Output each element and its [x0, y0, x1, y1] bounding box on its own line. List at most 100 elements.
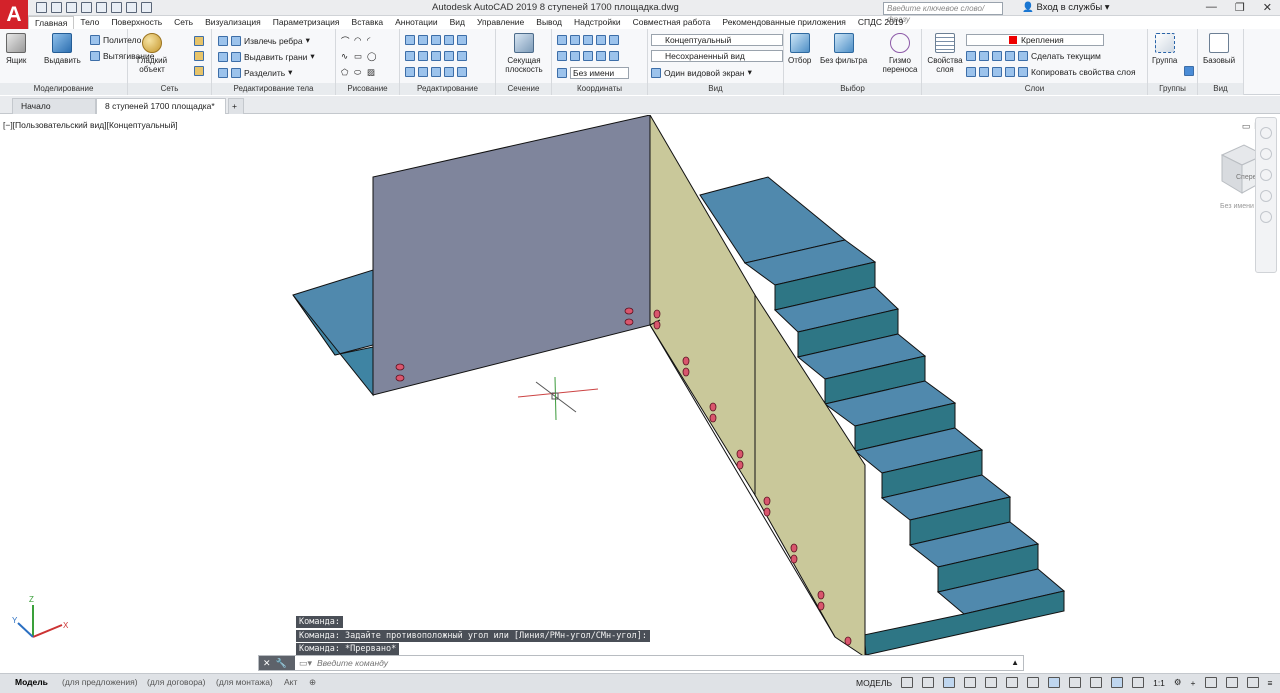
ucs-named-combo[interactable]: Без имени [557, 67, 630, 79]
orbit-icon[interactable] [1260, 190, 1272, 202]
fastener[interactable] [763, 496, 771, 506]
wcs-menu[interactable]: Без имени ▾ [1220, 203, 1260, 210]
fastener[interactable] [624, 307, 634, 315]
save-as-icon[interactable] [81, 2, 92, 13]
ucs-origin-icon[interactable] [583, 35, 593, 45]
visual-style-dropdown[interactable]: Концептуальный [651, 34, 783, 46]
3dmove-icon[interactable] [457, 35, 467, 45]
fastener[interactable] [395, 363, 405, 371]
rotate-icon[interactable] [418, 35, 428, 45]
zoom-icon[interactable] [1260, 169, 1272, 181]
layer-dropdown[interactable]: Крепления [966, 34, 1104, 46]
tab-spds[interactable]: СПДС 2019 [852, 16, 909, 29]
minimize-button[interactable]: — [1206, 1, 1217, 14]
base-view-button[interactable]: Базовый [1203, 33, 1235, 65]
group-select-icon[interactable] [1184, 66, 1194, 76]
layer-freeze-icon[interactable] [992, 51, 1002, 61]
array-icon[interactable] [431, 51, 441, 61]
ucs-3point-icon[interactable] [609, 35, 619, 45]
layout-tab[interactable]: (для договора) [147, 677, 205, 687]
tab-manage[interactable]: Управление [471, 16, 530, 29]
box-button[interactable]: Ящик [6, 33, 26, 65]
fastener[interactable] [682, 356, 690, 366]
isolate-objects-icon[interactable] [1204, 677, 1217, 688]
panel-label-section[interactable]: Сечение [496, 83, 551, 95]
fillet-icon[interactable] [444, 35, 454, 45]
model-space-button[interactable]: МОДЕЛЬ [856, 678, 892, 688]
trim-icon[interactable] [431, 35, 441, 45]
new-layout-button[interactable]: ⊕ [309, 677, 316, 688]
osnap-icon[interactable] [1027, 677, 1040, 688]
fastener[interactable] [817, 590, 825, 600]
fastener[interactable] [395, 374, 405, 382]
app-menu-button[interactable]: A [0, 0, 28, 29]
mesh-tool-icon[interactable] [194, 36, 204, 46]
file-tab-start[interactable]: Начало [12, 98, 96, 114]
rectangle-icon[interactable]: ▭ [354, 51, 364, 61]
match-layer-icon[interactable] [1018, 67, 1028, 77]
tab-visualize[interactable]: Визуализация [199, 16, 267, 29]
ucs-object-icon[interactable] [570, 51, 580, 61]
layer-isolate-icon[interactable] [979, 51, 989, 61]
tab-mesh[interactable]: Сеть [168, 16, 199, 29]
tab-parametric[interactable]: Параметризация [267, 16, 346, 29]
mirror-icon[interactable] [418, 51, 428, 61]
search-input[interactable]: Введите ключевое слово/фразу [883, 2, 1003, 24]
steering-wheel-icon[interactable] [1260, 127, 1272, 139]
layer-thaw-icon[interactable] [992, 67, 1002, 77]
match-layer-button[interactable]: Копировать свойства слоя [1031, 67, 1136, 77]
panel-label-view2[interactable]: Вид [1198, 83, 1243, 95]
layer-properties-button[interactable]: Свойства слоя [926, 33, 964, 74]
undo-icon[interactable] [126, 2, 137, 13]
fastener[interactable] [653, 309, 661, 319]
open-file-icon[interactable] [51, 2, 62, 13]
ortho-icon[interactable] [943, 677, 956, 688]
file-tab-drawing[interactable]: 8 ступеней 1700 площадка* [96, 98, 226, 114]
make-current-icon[interactable] [1018, 51, 1028, 61]
layout-tab[interactable]: Акт [284, 677, 297, 687]
layout-tab[interactable]: (для монтажа) [216, 677, 273, 687]
no-filter-button[interactable]: Без фильтра [820, 33, 867, 65]
ellipse-icon[interactable]: ⬭ [354, 67, 364, 77]
tab-solid[interactable]: Тело [74, 16, 105, 29]
ucs-x-icon[interactable] [596, 51, 606, 61]
hatch-icon[interactable]: ▨ [367, 67, 377, 77]
fastener[interactable] [736, 449, 744, 459]
explode-icon[interactable] [457, 51, 467, 61]
tab-insert[interactable]: Вставка [346, 16, 390, 29]
copy-icon[interactable] [405, 51, 415, 61]
hardware-accel-icon[interactable] [1225, 677, 1238, 688]
tab-addins[interactable]: Надстройки [568, 16, 627, 29]
arc-icon[interactable]: ◜ [367, 35, 377, 45]
new-file-icon[interactable] [36, 2, 47, 13]
tab-view[interactable]: Вид [444, 16, 471, 29]
layer-unlock-icon[interactable] [1005, 67, 1015, 77]
fastener[interactable] [653, 320, 661, 330]
align-icon[interactable] [444, 67, 454, 77]
panel-label-groups[interactable]: Группы [1148, 83, 1197, 95]
mesh-tool-icon[interactable] [194, 66, 204, 76]
autoscale-icon[interactable] [1132, 677, 1145, 688]
offset-icon[interactable] [431, 67, 441, 77]
ucs-icon[interactable] [557, 35, 567, 45]
close-commandline-icon[interactable]: ✕ [263, 658, 271, 669]
panel-label-modeling[interactable]: Моделирование [0, 83, 127, 95]
panel-label-coordinates[interactable]: Координаты [552, 83, 647, 95]
customize-menu-icon[interactable]: ≡ [1268, 678, 1273, 688]
layer-off-icon[interactable] [966, 51, 976, 61]
mesh-tool-icon[interactable] [194, 51, 204, 61]
culling-button[interactable]: Отбор [788, 33, 811, 65]
model-canvas[interactable]: Z X Y Спереди Без имени ▾ [0, 115, 1280, 673]
save-icon[interactable] [66, 2, 77, 13]
make-current-button[interactable]: Сделать текущим [1031, 51, 1101, 61]
command-history-toggle-icon[interactable]: ▲ [1011, 658, 1019, 667]
layout-tab-model[interactable]: Модель [15, 677, 48, 687]
selection-cycling-icon[interactable] [1090, 677, 1103, 688]
gear-icon[interactable]: ⚙ [1174, 677, 1182, 688]
customize-icon[interactable]: 🔧 [276, 658, 287, 669]
wall-panel-gray[interactable] [372, 115, 651, 396]
gizmo-button[interactable]: Гизмо переноса [880, 33, 920, 74]
extrude-button[interactable]: Выдавить [44, 33, 81, 65]
panel-label-view[interactable]: Вид [648, 83, 783, 95]
tab-annotate[interactable]: Аннотации [389, 16, 444, 29]
